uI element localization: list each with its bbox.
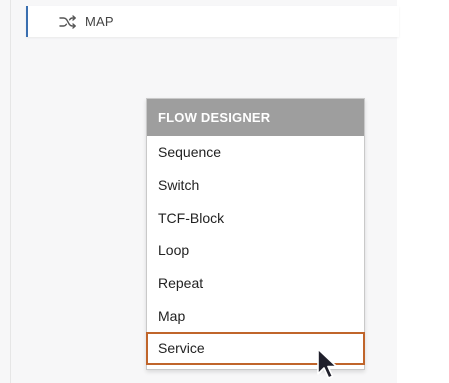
flow-designer-menu-list: Sequence Switch TCF-Block Loop Repeat Ma…: [146, 136, 365, 365]
flow-designer-menu: FLOW DESIGNER Sequence Switch TCF-Block …: [146, 98, 365, 370]
flow-designer-menu-title: FLOW DESIGNER: [147, 99, 364, 136]
map-node-label: MAP: [85, 14, 114, 29]
canvas-divider: [10, 0, 11, 383]
menu-item-tcf-block[interactable]: TCF-Block: [147, 201, 364, 234]
menu-item-loop[interactable]: Loop: [147, 234, 364, 267]
menu-item-repeat[interactable]: Repeat: [147, 267, 364, 300]
mouse-pointer-icon: [316, 348, 340, 380]
page: MAP FLOW DESIGNER Sequence Switch TCF-Bl…: [0, 0, 449, 383]
shuffle-icon: [59, 14, 77, 29]
menu-item-switch[interactable]: Switch: [147, 169, 364, 202]
map-node[interactable]: MAP: [26, 6, 399, 37]
menu-item-sequence[interactable]: Sequence: [147, 136, 364, 169]
menu-item-map[interactable]: Map: [147, 299, 364, 332]
